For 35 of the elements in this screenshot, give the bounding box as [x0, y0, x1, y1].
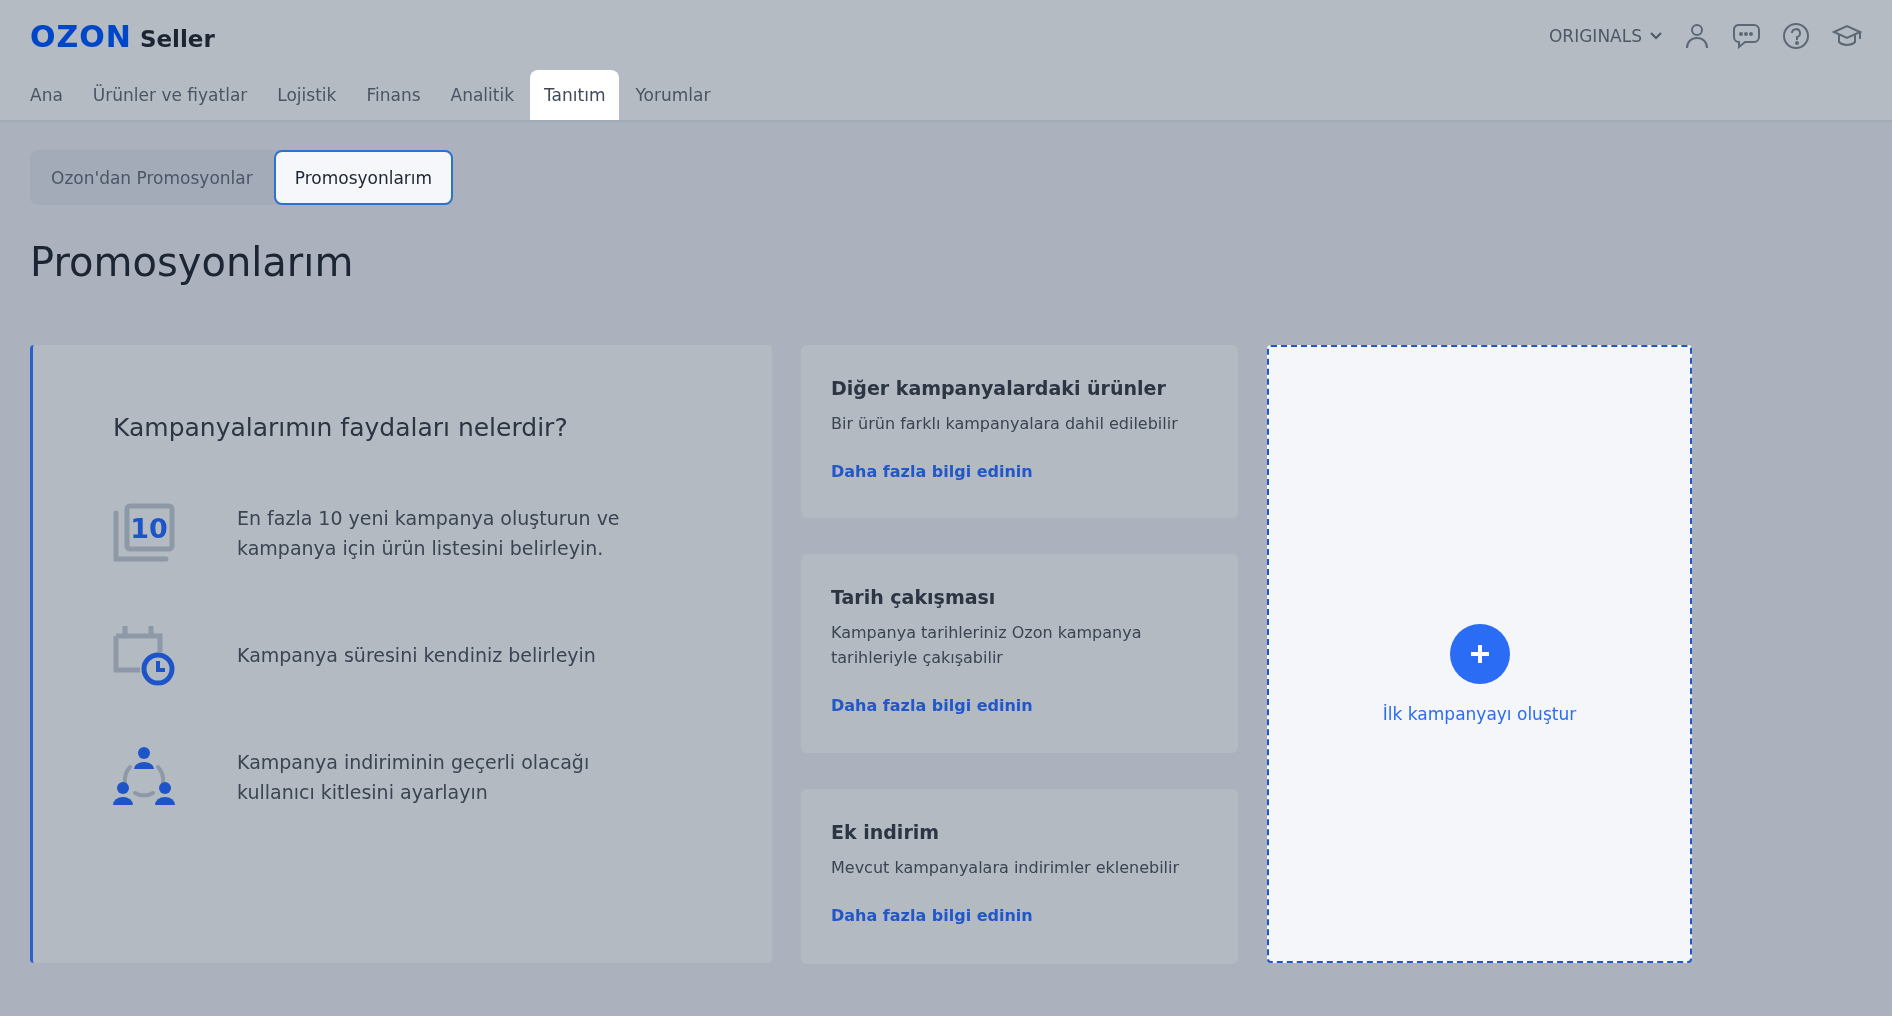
learn-more-link[interactable]: Daha fazla bilgi edinin [831, 462, 1033, 481]
page-title: Promosyonlarım [30, 239, 355, 285]
sub-tab[interactable]: Promosyonlarım [273, 150, 454, 205]
logo[interactable]: OZON [30, 18, 132, 54]
chevron-down-icon [1650, 32, 1662, 40]
sub-tab[interactable]: Ozon'dan Promosyonlar [30, 150, 274, 205]
plus-icon [1468, 643, 1491, 665]
calendar-clock-icon [113, 624, 175, 686]
card-description: Bir ürün farklı kampanyalara dahil edilebilir [831, 413, 1179, 435]
help-icon[interactable] [1782, 22, 1810, 50]
create-campaign-link[interactable]: İlk kampanyayı oluştur [1382, 704, 1577, 724]
nav-tab[interactable]: Lojistik [263, 70, 351, 120]
chat-icon[interactable] [1732, 23, 1760, 49]
graduation-cap-icon[interactable] [1832, 24, 1862, 48]
card-title: Ek indirim [831, 821, 941, 843]
nav-tab[interactable]: Yorumlar [621, 70, 725, 120]
nav-tab[interactable]: Ana [16, 70, 77, 120]
learn-more-link[interactable]: Daha fazla bilgi edinin [831, 696, 1033, 715]
user-group-icon [113, 747, 175, 807]
nav-tab[interactable]: Ürünler ve fiyatlar [78, 70, 262, 120]
user-icon[interactable] [1684, 23, 1710, 49]
learn-more-link[interactable]: Daha fazla bilgi edinin [831, 906, 1033, 925]
benefit-text: En fazla 10 yeni kampanya oluşturun ve kampanya için ürün listesini belirleyin. [237, 506, 621, 561]
logo-suffix: Seller [139, 25, 215, 52]
benefit-text: Kampanya süresini kendiniz belirleyin [237, 643, 597, 668]
nav-tab[interactable]: Analitik [436, 70, 529, 120]
card-description: Kampanya tarihleriniz Ozon kampanya tarihleriyle çakışabilir [831, 622, 1143, 669]
nav-tab[interactable]: Finans [352, 70, 435, 120]
nav-tab[interactable]: Tanıtım [530, 70, 620, 120]
card-title: Kampanyalarımın faydaları nelerdir? [113, 413, 569, 442]
account-dropdown[interactable]: ORIGINALS [1549, 26, 1662, 46]
benefit-text: Kampanya indiriminin geçerli olacağı kullanıcı kitlesini ayarlayın [237, 750, 591, 805]
card-description: Mevcut kampanyalara indirimler eklenebilir [831, 857, 1181, 879]
card-title: Diğer kampanyalardaki ürünler [831, 377, 1167, 399]
card-title: Tarih çakışması [831, 586, 997, 608]
